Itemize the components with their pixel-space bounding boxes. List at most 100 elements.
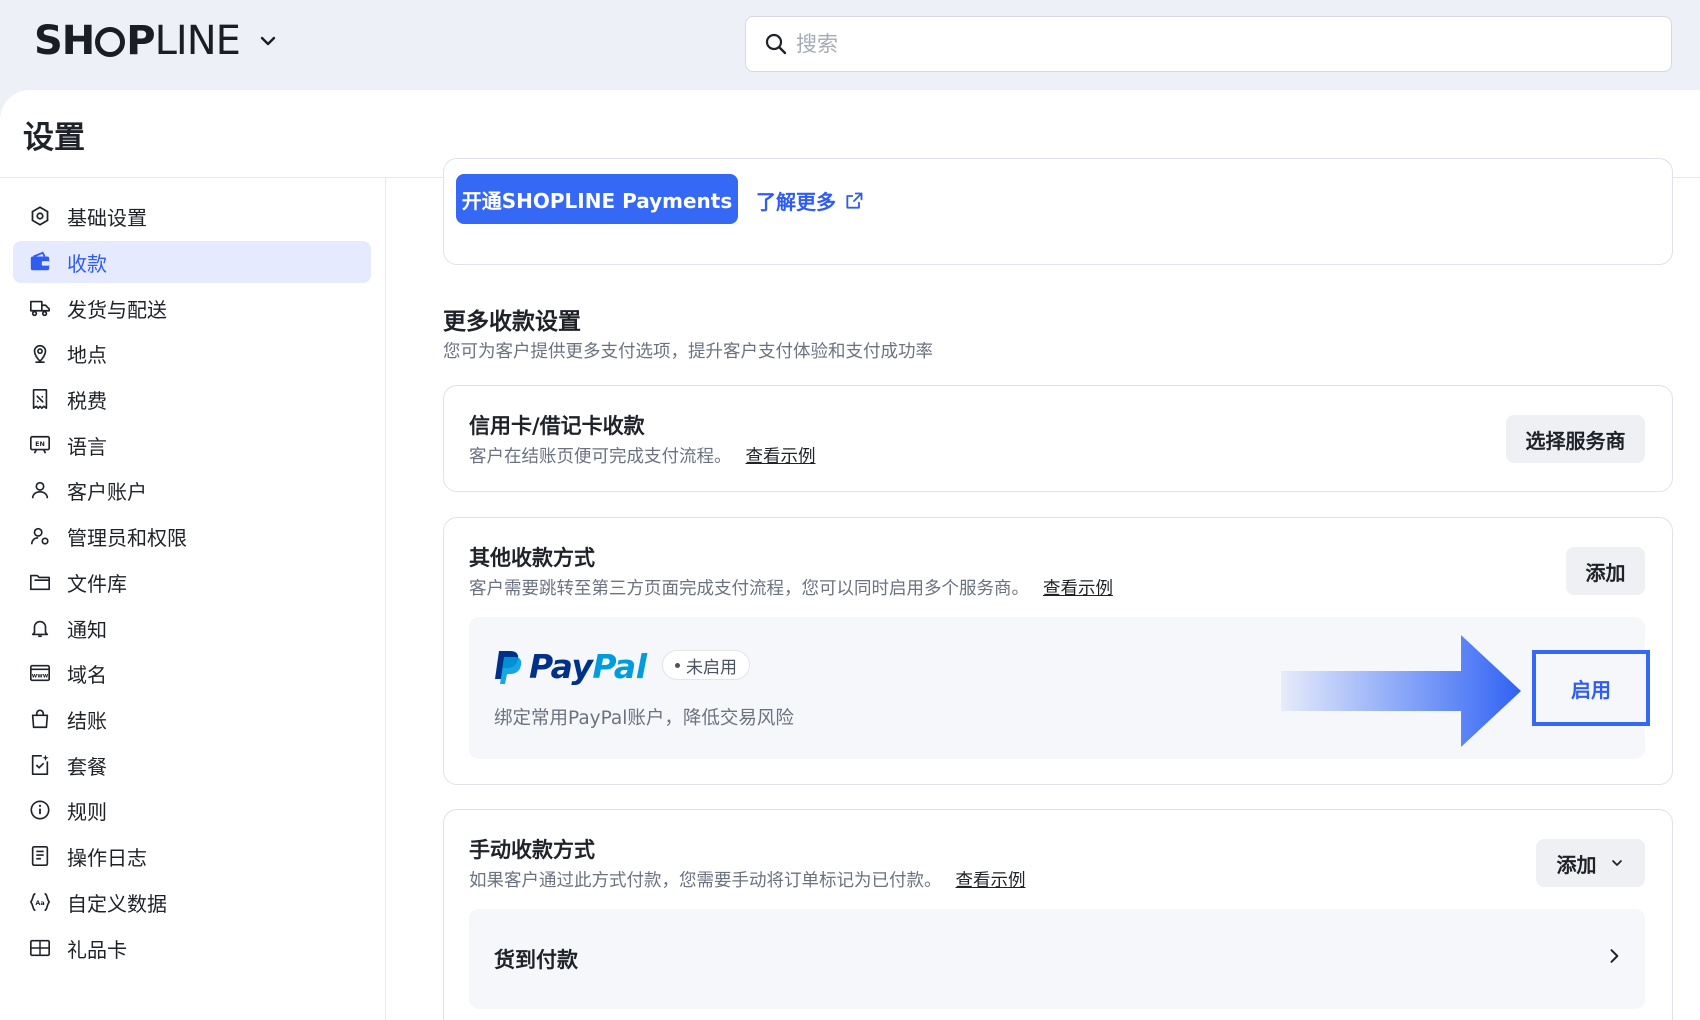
enable-paypal-button[interactable]: 启用 bbox=[1532, 650, 1650, 726]
cash-on-delivery-row[interactable]: 货到付款 bbox=[469, 909, 1645, 1009]
sidebar-item-label: 税费 bbox=[67, 388, 107, 413]
learn-more-label: 了解更多 bbox=[756, 190, 836, 214]
sidebar-item-domains[interactable]: www 域名 bbox=[13, 652, 371, 694]
learn-more-link[interactable]: 了解更多 bbox=[756, 186, 864, 215]
manual-methods-desc: 如果客户通过此方式付款，您需要手动将订单标记为已付款。 查看示例 bbox=[469, 867, 1026, 892]
paypal-row: PayPal 未启用 绑定常用PayPal账户，降低交易风险 启用 bbox=[469, 617, 1650, 759]
paypal-status-badge: 未启用 bbox=[662, 650, 750, 680]
sidebar-item-label: 通知 bbox=[67, 617, 107, 642]
paypal-logo: PayPal bbox=[493, 647, 647, 686]
custom-data-icon: Aa bbox=[28, 890, 52, 914]
svg-text:EN: EN bbox=[35, 440, 45, 448]
more-settings-subtitle: 您可为客户提供更多支付选项，提升客户支付体验和支付成功率 bbox=[443, 342, 933, 362]
sidebar-item-gift-cards[interactable]: 礼品卡 bbox=[13, 927, 371, 969]
plan-icon bbox=[28, 753, 52, 777]
gift-card-icon bbox=[28, 936, 52, 960]
top-bar: SH PLINE bbox=[0, 0, 1700, 90]
user-icon bbox=[28, 478, 52, 502]
sidebar-item-custom-data[interactable]: Aa 自定义数据 bbox=[13, 881, 371, 923]
sidebar-item-label: 文件库 bbox=[67, 571, 127, 596]
paypal-status-text: 未启用 bbox=[686, 657, 737, 678]
credit-card-desc-text: 客户在结账页便可完成支付流程。 bbox=[469, 447, 732, 467]
sidebar-item-payments[interactable]: 收款 bbox=[13, 241, 371, 283]
credit-card-example-link[interactable]: 查看示例 bbox=[746, 447, 816, 467]
sidebar-item-label: 收款 bbox=[67, 251, 107, 276]
svg-text:www: www bbox=[32, 673, 49, 680]
domain-icon: www bbox=[28, 661, 52, 685]
language-icon: EN bbox=[28, 433, 52, 457]
sidebar-item-label: 规则 bbox=[67, 799, 107, 824]
sidebar-item-label: 基础设置 bbox=[67, 205, 147, 230]
store-switcher[interactable]: SH PLINE bbox=[34, 18, 280, 64]
sidebar-item-label: 地点 bbox=[67, 342, 107, 367]
shopline-logo: SH PLINE bbox=[34, 18, 241, 64]
sidebar-item-admins-permissions[interactable]: 管理员和权限 bbox=[13, 515, 371, 557]
add-manual-method-dropdown[interactable]: 添加 bbox=[1536, 839, 1645, 887]
sidebar-item-label: 操作日志 bbox=[67, 845, 147, 870]
manual-methods-example-link[interactable]: 查看示例 bbox=[956, 871, 1026, 891]
sidebar-item-label: 客户账户 bbox=[67, 479, 147, 504]
sidebar-item-languages[interactable]: EN 语言 bbox=[13, 424, 371, 466]
other-methods-desc: 客户需要跳转至第三方页面完成支付流程，您可以同时启用多个服务商。 查看示例 bbox=[469, 575, 1113, 600]
shopline-payments-card: 开通SHOPLINE Payments 了解更多 bbox=[443, 158, 1673, 265]
chevron-right-icon bbox=[1610, 949, 1619, 963]
annotation-arrow-icon bbox=[1281, 635, 1521, 747]
paypal-wordmark: PayPal bbox=[529, 647, 647, 686]
sidebar-item-label: 语言 bbox=[67, 434, 107, 459]
sidebar-item-label: 域名 bbox=[67, 662, 107, 687]
paypal-desc: 绑定常用PayPal账户，降低交易风险 bbox=[494, 708, 794, 729]
search-input[interactable] bbox=[796, 32, 1656, 56]
chevron-down-icon bbox=[1611, 860, 1622, 866]
sidebar-item-activity-log[interactable]: 操作日志 bbox=[13, 835, 371, 877]
other-methods-desc-text: 客户需要跳转至第三方页面完成支付流程，您可以同时启用多个服务商。 bbox=[469, 579, 1029, 599]
sidebar-item-plans[interactable]: 套餐 bbox=[13, 744, 371, 786]
folder-icon bbox=[28, 570, 52, 594]
sidebar-item-checkout[interactable]: 结账 bbox=[13, 698, 371, 740]
credit-card-desc: 客户在结账页便可完成支付流程。 查看示例 bbox=[469, 443, 816, 468]
bell-icon bbox=[28, 616, 52, 640]
add-other-method-button[interactable]: 添加 bbox=[1566, 547, 1645, 595]
truck-icon bbox=[28, 296, 52, 320]
sidebar-item-taxes[interactable]: 税费 bbox=[13, 378, 371, 420]
sidebar-item-label: 礼品卡 bbox=[67, 937, 127, 962]
sidebar-item-locations[interactable]: 地点 bbox=[13, 332, 371, 374]
svg-text:Aa: Aa bbox=[35, 899, 44, 907]
sidebar-item-shipping[interactable]: 发货与配送 bbox=[13, 287, 371, 329]
chevron-down-icon bbox=[260, 36, 276, 46]
receipt-icon bbox=[28, 387, 52, 411]
other-methods-title: 其他收款方式 bbox=[469, 546, 595, 570]
paypal-p-icon bbox=[495, 650, 522, 684]
sidebar-item-notifications[interactable]: 通知 bbox=[13, 607, 371, 649]
sidebar-item-files[interactable]: 文件库 bbox=[13, 561, 371, 603]
logo-o-mark-icon bbox=[95, 27, 126, 57]
info-icon bbox=[28, 798, 52, 822]
manual-methods-desc-text: 如果客户通过此方式付款，您需要手动将订单标记为已付款。 bbox=[469, 871, 942, 891]
sidebar-item-label: 套餐 bbox=[67, 754, 107, 779]
cash-on-delivery-label: 货到付款 bbox=[494, 948, 578, 972]
wallet-icon bbox=[28, 250, 52, 274]
payments-content: 开通SHOPLINE Payments 了解更多 更多收款设置 您可为客户提供更… bbox=[387, 158, 1700, 1020]
other-methods-section: 其他收款方式 客户需要跳转至第三方页面完成支付流程，您可以同时启用多个服务商。查… bbox=[443, 517, 1673, 785]
sidebar-item-label: 发货与配送 bbox=[67, 297, 167, 322]
sidebar-item-label: 自定义数据 bbox=[67, 891, 167, 916]
location-pin-icon bbox=[28, 341, 52, 365]
sidebar-item-label: 结账 bbox=[67, 708, 107, 733]
open-shopline-payments-button[interactable]: 开通SHOPLINE Payments bbox=[456, 174, 738, 224]
page-title: 设置 bbox=[23, 120, 85, 156]
more-settings-title: 更多收款设置 bbox=[443, 309, 581, 335]
external-link-icon bbox=[846, 192, 863, 209]
sidebar-item-policies[interactable]: 规则 bbox=[13, 789, 371, 831]
settings-sidebar: 基础设置 收款 发货与配送 地点 税费 EN 语言 客户账户 管理员和权限 文件… bbox=[0, 178, 386, 1020]
manual-methods-title: 手动收款方式 bbox=[469, 838, 595, 862]
sidebar-item-customer-accounts[interactable]: 客户账户 bbox=[13, 469, 371, 511]
search-bar[interactable] bbox=[745, 16, 1672, 72]
shopping-bag-icon bbox=[28, 707, 52, 731]
main-panel: 设置 基础设置 收款 发货与配送 地点 税费 EN 语言 客户账户 管理员和权限… bbox=[0, 90, 1700, 1020]
search-icon bbox=[765, 33, 787, 55]
sidebar-item-basic-settings[interactable]: 基础设置 bbox=[13, 195, 371, 237]
other-methods-example-link[interactable]: 查看示例 bbox=[1043, 579, 1113, 599]
status-dot-icon bbox=[675, 662, 680, 668]
select-provider-button[interactable]: 选择服务商 bbox=[1506, 415, 1645, 463]
credit-card-section: 信用卡/借记卡收款 客户在结账页便可完成支付流程。 查看示例 选择服务商 bbox=[443, 385, 1673, 492]
hexagon-gear-icon bbox=[28, 204, 52, 228]
